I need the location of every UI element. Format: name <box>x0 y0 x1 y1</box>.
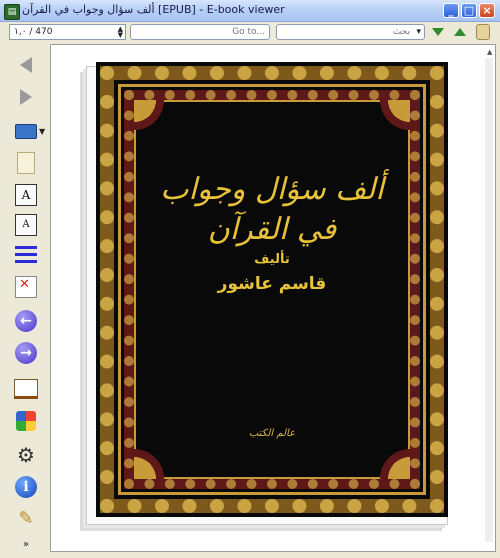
page-position-value: ١,٠ / 470 <box>14 27 53 37</box>
maximize-button[interactable]: □ <box>461 3 477 18</box>
font-larger-button[interactable]: A <box>12 182 40 208</box>
forward-arrow-icon <box>20 89 32 105</box>
magic-wand-icon: ✎ <box>18 508 34 529</box>
minimize-button[interactable]: _ <box>443 3 459 18</box>
find-previous-icon[interactable] <box>454 28 466 36</box>
forward-button[interactable] <box>12 84 40 110</box>
close-button[interactable]: × <box>479 3 495 18</box>
tools-button[interactable]: ✎ <box>12 506 40 532</box>
title-bar: ▤ ألف سؤال وجواب في القرآن [EPUB] - E-bo… <box>0 0 500 22</box>
corner-ornament <box>368 437 410 479</box>
spin-arrows-icon[interactable]: ▲ ▼ <box>118 26 123 39</box>
search-input[interactable]: بحث ▾ <box>276 24 425 40</box>
back-arrow-icon <box>20 57 32 73</box>
chevron-down-icon[interactable]: ▾ <box>416 25 421 39</box>
goto-input[interactable]: Go to... <box>130 24 270 40</box>
fullscreen-button[interactable] <box>12 274 40 300</box>
gear-icon: ⚙ <box>17 443 35 467</box>
app-icon: ▤ <box>4 4 20 20</box>
next-circle-icon: → <box>15 342 37 364</box>
open-book-icon <box>14 379 38 399</box>
scroll-thumb[interactable] <box>485 58 493 542</box>
top-toolbar: ١,٠ / 470 ▲ ▼ Go to... بحث ▾ <box>0 22 500 44</box>
scroll-icon[interactable] <box>476 24 490 40</box>
laptop-icon <box>15 123 37 139</box>
reference-mode-button[interactable] <box>12 242 40 268</box>
font-smaller-button[interactable]: A <box>12 212 40 238</box>
find-next-icon[interactable] <box>432 28 444 36</box>
previous-page-button[interactable]: ← <box>12 308 40 334</box>
info-icon: i <box>15 476 37 498</box>
book-cover: ألف سؤال وجواب في القرآن تأليف قاسم عاشو… <box>96 62 448 517</box>
fullscreen-icon <box>15 276 37 298</box>
open-book-button[interactable] <box>12 376 40 402</box>
book-title: ألف سؤال وجواب في القرآن <box>160 172 384 247</box>
scroll-up-icon[interactable]: ▲ <box>487 48 492 56</box>
corner-ornament <box>134 100 176 142</box>
lines-icon <box>15 246 37 264</box>
about-button[interactable]: i <box>12 474 40 500</box>
bookmark-button[interactable] <box>12 150 40 176</box>
left-toolbar: ▼ A A ← → ⚙ i ✎ » <box>0 44 46 554</box>
font-larger-icon: A <box>15 184 37 206</box>
corner-ornament <box>368 100 410 142</box>
previous-circle-icon: ← <box>15 310 37 332</box>
preferences-icon <box>16 411 36 431</box>
document-icon <box>17 152 35 174</box>
next-page-button[interactable]: → <box>12 340 40 366</box>
publisher-logo: عالم الكتب <box>248 428 296 439</box>
page-position-spinbox[interactable]: ١,٠ / 470 ▲ ▼ <box>9 24 126 40</box>
preferences-button[interactable] <box>12 408 40 434</box>
window-title: ألف سؤال وجواب في القرآن [EPUB] - E-book… <box>22 3 285 16</box>
search-placeholder: بحث <box>392 27 410 37</box>
toc-button[interactable] <box>12 118 40 144</box>
settings-button[interactable]: ⚙ <box>12 442 40 468</box>
back-button[interactable] <box>12 52 40 78</box>
book-author: قاسم عاشور <box>217 274 327 294</box>
corner-ornament <box>134 437 176 479</box>
more-tools-button[interactable]: » <box>12 532 40 558</box>
font-smaller-icon: A <box>15 214 37 236</box>
chevron-more-icon: » <box>22 539 30 550</box>
author-label: تأليف <box>254 252 290 267</box>
chevron-down-icon[interactable]: ▼ <box>39 127 45 136</box>
